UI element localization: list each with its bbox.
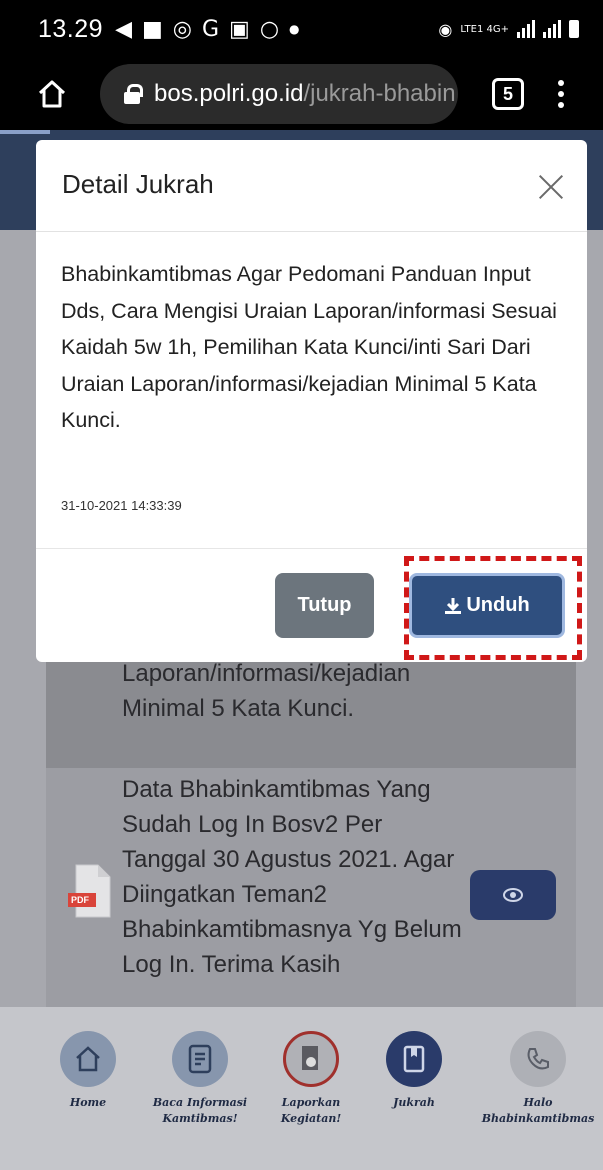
modal-body-text: Bhabinkamtibmas Agar Pedomani Panduan In… xyxy=(61,262,557,432)
book-icon xyxy=(386,1031,442,1087)
nav-laporkan-kegiatan[interactable]: Laporkan Kegiatan! xyxy=(256,1007,366,1127)
status-bar: 13.29 ◀ ■ ◎ G ▣ ○ ● ◉ LTE1 4G+ xyxy=(0,0,603,58)
modal-header: Detail Jukrah xyxy=(36,140,587,232)
lock-icon xyxy=(124,84,143,104)
nav-baca-informasi[interactable]: Baca Informasi Kamtibmas! xyxy=(145,1007,255,1127)
status-right: ◉ LTE1 4G+ xyxy=(438,20,579,39)
report-icon xyxy=(283,1031,339,1087)
telegram-icon: ◀ xyxy=(115,16,132,42)
pdf-icon xyxy=(68,864,111,918)
home-icon xyxy=(38,80,66,108)
nav-home[interactable]: Home xyxy=(33,1007,143,1111)
list-item-text: Data Bhabinkamtibmas Yang Sudah Log In B… xyxy=(122,776,462,978)
pdf-label: PDF xyxy=(71,895,89,905)
circle-icon: ○ xyxy=(259,16,280,42)
robot-icon: ▣ xyxy=(229,16,250,42)
document-icon xyxy=(172,1031,228,1087)
signal-icon xyxy=(517,20,535,38)
signal2-icon xyxy=(543,20,561,38)
url-bar[interactable]: bos.polri.go.id/jukrah-bhabin xyxy=(100,64,458,124)
close-icon[interactable] xyxy=(538,174,564,200)
bottom-nav: Home Baca Informasi Kamtibmas! Laporkan … xyxy=(0,1007,603,1170)
home-icon xyxy=(60,1031,116,1087)
status-time: 13.29 xyxy=(38,14,104,43)
bookmark-icon: ◎ xyxy=(172,16,192,42)
nav-label: Home xyxy=(69,1096,107,1109)
nav-label: Baca Informasi Kamtibmas! xyxy=(152,1096,248,1125)
nav-label: Laporkan Kegiatan! xyxy=(280,1096,342,1125)
battery-icon xyxy=(569,20,579,38)
modal-title: Detail Jukrah xyxy=(62,169,214,199)
alarm-icon: ◉ xyxy=(438,19,453,39)
chat-icon: ■ xyxy=(141,16,163,42)
view-button[interactable] xyxy=(470,870,556,920)
browser-bar: bos.polri.go.id/jukrah-bhabin 5 xyxy=(0,58,603,130)
nav-label: Halo Bhabinkamtibmas xyxy=(481,1096,595,1125)
tab-switcher-button[interactable]: 5 xyxy=(492,78,524,110)
home-button[interactable] xyxy=(30,72,74,116)
phone-icon xyxy=(510,1031,566,1087)
url-path: /jukrah-bhabin xyxy=(303,80,456,107)
browser-menu-button[interactable] xyxy=(558,80,564,108)
nav-label: Jukrah xyxy=(393,1096,435,1109)
page-progress xyxy=(0,130,50,134)
url-host: bos.polri.go.id xyxy=(154,80,304,107)
nav-halo-bhabinkamtibmas[interactable]: Halo Bhabinkamtibmas xyxy=(478,1007,598,1127)
eye-icon xyxy=(503,888,523,902)
list-item-text: Laporan/informasi/kejadian Minimal 5 Kat… xyxy=(122,660,411,722)
google-icon: G xyxy=(201,16,220,42)
highlight-box xyxy=(404,556,582,660)
notification-icons: ◀ ■ ◎ G ▣ ○ ● xyxy=(115,17,299,42)
modal-date: 31-10-2021 14:33:39 xyxy=(61,498,182,513)
more-notifications-icon: ● xyxy=(289,22,300,36)
nav-jukrah[interactable]: Jukrah xyxy=(359,1007,469,1111)
network-label: LTE1 4G+ xyxy=(460,23,509,35)
tutup-button[interactable]: Tutup xyxy=(275,573,374,638)
